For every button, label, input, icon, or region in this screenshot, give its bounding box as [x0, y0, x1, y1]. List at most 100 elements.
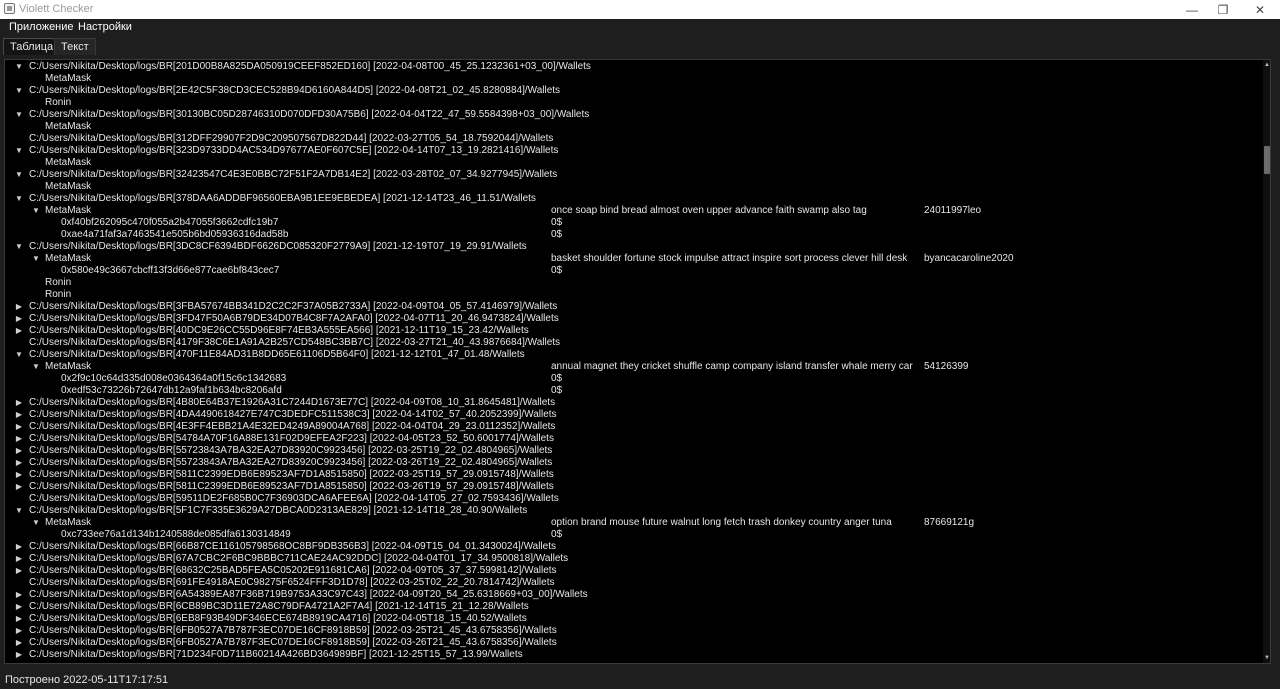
chevron-right-icon[interactable]: ▶ — [14, 553, 24, 565]
tree-row-log[interactable]: ▶ C:/Users/Nikita/Desktop/logs/BR[5572384… — [5, 445, 1260, 457]
tree-row-address[interactable]: 0xf40bf262095c470f055a2b47055f3662cdfc19… — [5, 217, 1260, 229]
tree-row-log[interactable]: ▼ C:/Users/Nikita/Desktop/logs/BR[30130BC… — [5, 109, 1260, 121]
chevron-down-icon[interactable]: ▼ — [14, 505, 24, 517]
tree-row-wallet[interactable]: Ronin — [5, 277, 1260, 289]
tree-row-wallet[interactable]: MetaMask — [5, 157, 1260, 169]
tree-cell-name: C:/Users/Nikita/Desktop/logs/BR[378DAA6A… — [29, 193, 536, 204]
tree-row-log[interactable]: ▶ C:/Users/Nikita/Desktop/logs/BR[6CB89BC… — [5, 601, 1260, 613]
tree-row-wallet[interactable]: Ronin — [5, 289, 1260, 301]
tree-row-log[interactable]: ▶ C:/Users/Nikita/Desktop/logs/BR[4DA4490… — [5, 409, 1260, 421]
tree-row-log[interactable]: C:/Users/Nikita/Desktop/logs/BR[4179F38C… — [5, 337, 1260, 349]
chevron-right-icon[interactable]: ▶ — [14, 325, 24, 337]
tree-row-log[interactable]: ▶ C:/Users/Nikita/Desktop/logs/BR[3FBA576… — [5, 301, 1260, 313]
tree-row-log[interactable]: ▼ C:/Users/Nikita/Desktop/logs/BR[323D973… — [5, 145, 1260, 157]
chevron-down-icon[interactable]: ▼ — [14, 61, 24, 73]
chevron-right-icon[interactable]: ▶ — [14, 313, 24, 325]
chevron-right-icon[interactable]: ▶ — [14, 469, 24, 481]
tree-row-log[interactable]: ▶ C:/Users/Nikita/Desktop/logs/BR[54784A7… — [5, 433, 1260, 445]
tree-row-log[interactable]: ▼ C:/Users/Nikita/Desktop/logs/BR[2E42C5F… — [5, 85, 1260, 97]
tree-row-address[interactable]: 0xae4a71faf3a7463541e505b6bd05936316dad5… — [5, 229, 1260, 241]
chevron-right-icon[interactable]: ▶ — [14, 637, 24, 649]
scroll-down-icon[interactable]: ▼ — [1263, 653, 1270, 663]
chevron-down-icon[interactable]: ▼ — [14, 349, 24, 361]
tree-row-log[interactable]: ▼ C:/Users/Nikita/Desktop/logs/BR[5F1C7F3… — [5, 505, 1260, 517]
minimize-button[interactable]: — — [1177, 0, 1207, 19]
tree-row-log[interactable]: ▶ C:/Users/Nikita/Desktop/logs/BR[6FB0527… — [5, 637, 1260, 649]
menu-item-settings[interactable]: Настройки — [78, 21, 132, 33]
tree-row-log[interactable]: ▶ C:/Users/Nikita/Desktop/logs/BR[4E3FF4E… — [5, 421, 1260, 433]
tree-row-log[interactable]: ▼ C:/Users/Nikita/Desktop/logs/BR[3DC8CF6… — [5, 241, 1260, 253]
tree-row-log[interactable]: ▶ C:/Users/Nikita/Desktop/logs/BR[66B87CE… — [5, 541, 1260, 553]
tree-row-log[interactable]: ▶ C:/Users/Nikita/Desktop/logs/BR[6EB8F93… — [5, 613, 1260, 625]
chevron-right-icon[interactable]: ▶ — [14, 589, 24, 601]
tree-row-log[interactable]: ▶ C:/Users/Nikita/Desktop/logs/BR[5811C23… — [5, 481, 1260, 493]
tree-row-log[interactable]: ▶ C:/Users/Nikita/Desktop/logs/BR[40DC9E2… — [5, 325, 1260, 337]
tree-row-address[interactable]: 0xc733ee76a1d134b1240588de085dfa61303148… — [5, 529, 1260, 541]
tree-row-log[interactable]: ▶ C:/Users/Nikita/Desktop/logs/BR[5811C23… — [5, 469, 1260, 481]
chevron-down-icon[interactable]: ▼ — [14, 109, 24, 121]
tree-row-log[interactable]: ▼ C:/Users/Nikita/Desktop/logs/BR[378DAA6… — [5, 193, 1260, 205]
tree-row-wallet[interactable]: MetaMask — [5, 73, 1260, 85]
tab-bar: Таблица Текст — [0, 36, 1280, 57]
chevron-down-icon[interactable]: ▼ — [31, 253, 41, 265]
scrollbar-thumb[interactable] — [1264, 146, 1270, 174]
tree-row-log[interactable]: C:/Users/Nikita/Desktop/logs/BR[59511DE2… — [5, 493, 1260, 505]
chevron-right-icon[interactable]: ▶ — [14, 433, 24, 445]
tree-row-log[interactable]: ▶ C:/Users/Nikita/Desktop/logs/BR[5572384… — [5, 457, 1260, 469]
tree-row-log[interactable]: ▶ C:/Users/Nikita/Desktop/logs/BR[6A54389… — [5, 589, 1260, 601]
restore-button[interactable]: ❐ — [1208, 0, 1238, 19]
tree-row-wallet[interactable]: MetaMask — [5, 121, 1260, 133]
chevron-down-icon[interactable]: ▼ — [14, 241, 24, 253]
menu-item-app[interactable]: Приложение — [9, 21, 74, 33]
tab-table[interactable]: Таблица — [3, 38, 61, 55]
chevron-right-icon[interactable]: ▶ — [14, 481, 24, 493]
tab-text[interactable]: Текст — [54, 38, 96, 55]
chevron-right-icon[interactable]: ▶ — [14, 301, 24, 313]
close-button[interactable]: ✕ — [1245, 0, 1275, 19]
chevron-right-icon[interactable]: ▶ — [14, 421, 24, 433]
vertical-scrollbar[interactable]: ▲ ▼ — [1263, 60, 1270, 663]
chevron-down-icon[interactable]: ▼ — [31, 517, 41, 529]
chevron-right-icon[interactable]: ▶ — [14, 397, 24, 409]
wallet-tree-view[interactable]: ▼ C:/Users/Nikita/Desktop/logs/BR[201D00B… — [4, 59, 1271, 664]
chevron-right-icon[interactable]: ▶ — [14, 457, 24, 469]
tree-row-address[interactable]: 0x2f9c10c64d335d008e0364364a0f15c6c13426… — [5, 373, 1260, 385]
chevron-right-icon[interactable]: ▶ — [14, 565, 24, 577]
tree-row-address[interactable]: 0x580e49c3667cbcff13f3d66e877cae6bf843ce… — [5, 265, 1260, 277]
tree-row-log[interactable]: ▶ C:/Users/Nikita/Desktop/logs/BR[71D234F… — [5, 649, 1260, 661]
tree-row-log[interactable]: ▶ C:/Users/Nikita/Desktop/logs/BR[4B80E64… — [5, 397, 1260, 409]
chevron-right-icon[interactable]: ▶ — [14, 625, 24, 637]
tree-row-wallet[interactable]: ▼ MetaMask once soap bind bread almost ove… — [5, 205, 1260, 217]
tree-row-address[interactable]: 0xedf53c73226b72647db12a9faf1b634bc8206a… — [5, 385, 1260, 397]
tree-row-log[interactable]: ▼ C:/Users/Nikita/Desktop/logs/BR[470F11E… — [5, 349, 1260, 361]
chevron-down-icon[interactable]: ▼ — [14, 193, 24, 205]
chevron-right-icon[interactable]: ▶ — [14, 613, 24, 625]
tree-cell-name: MetaMask — [45, 121, 92, 132]
scroll-up-icon[interactable]: ▲ — [1263, 60, 1270, 70]
tree-row-log[interactable]: ▶ C:/Users/Nikita/Desktop/logs/BR[6FB0527… — [5, 625, 1260, 637]
tree-row-log[interactable]: ▶ C:/Users/Nikita/Desktop/logs/BR[67A7CBC… — [5, 553, 1260, 565]
tree-row-log[interactable]: C:/Users/Nikita/Desktop/logs/BR[691FE491… — [5, 577, 1260, 589]
tree-row-log[interactable]: C:/Users/Nikita/Desktop/logs/BR[312DFF29… — [5, 133, 1260, 145]
chevron-down-icon[interactable]: ▼ — [31, 361, 41, 373]
chevron-right-icon[interactable]: ▶ — [14, 601, 24, 613]
chevron-right-icon[interactable]: ▶ — [14, 541, 24, 553]
tree-row-wallet[interactable]: MetaMask — [5, 181, 1260, 193]
chevron-down-icon[interactable]: ▼ — [14, 85, 24, 97]
chevron-down-icon[interactable]: ▼ — [31, 205, 41, 217]
tree-row-wallet[interactable]: Ronin — [5, 97, 1260, 109]
tree-row-wallet[interactable]: ▼ MetaMask option brand mouse future walnu… — [5, 517, 1260, 529]
tree-cell-name: C:/Users/Nikita/Desktop/logs/BR[3DC8CF63… — [29, 241, 527, 252]
chevron-right-icon[interactable]: ▶ — [14, 649, 24, 661]
tree-row-log[interactable]: ▼ C:/Users/Nikita/Desktop/logs/BR[201D00B… — [5, 61, 1260, 73]
tree-row-wallet[interactable]: ▼ MetaMask annual magnet they cricket shuf… — [5, 361, 1260, 373]
tree-row-log[interactable]: ▶ C:/Users/Nikita/Desktop/logs/BR[68632C2… — [5, 565, 1260, 577]
chevron-right-icon[interactable]: ▶ — [14, 409, 24, 421]
tree-row-wallet[interactable]: ▼ MetaMask basket shoulder fortune stock i… — [5, 253, 1260, 265]
chevron-down-icon[interactable]: ▼ — [14, 169, 24, 181]
tree-row-log[interactable]: ▶ C:/Users/Nikita/Desktop/logs/BR[3FD47F5… — [5, 313, 1260, 325]
chevron-down-icon[interactable]: ▼ — [14, 145, 24, 157]
chevron-right-icon[interactable]: ▶ — [14, 445, 24, 457]
tree-row-log[interactable]: ▼ C:/Users/Nikita/Desktop/logs/BR[3242354… — [5, 169, 1260, 181]
tree-cell-name: MetaMask — [45, 205, 92, 216]
